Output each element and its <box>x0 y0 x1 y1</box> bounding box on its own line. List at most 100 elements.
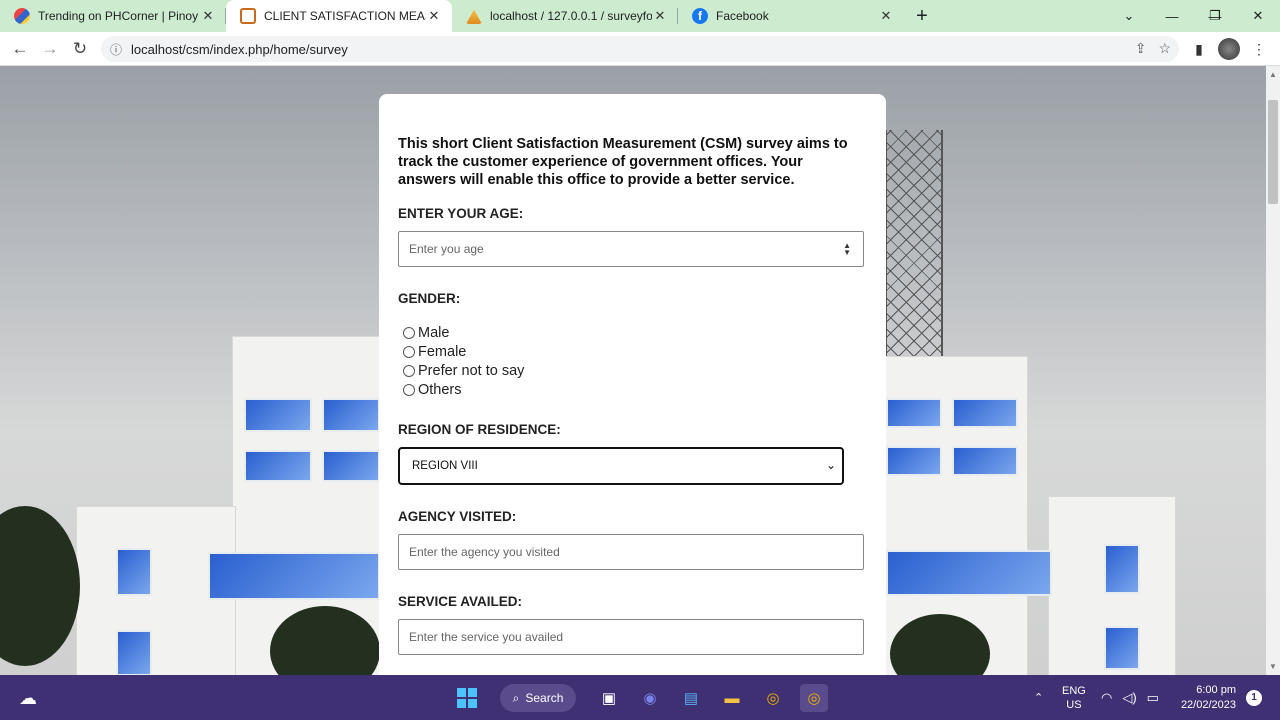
survey-card: This short Client Satisfaction Measureme… <box>379 94 886 675</box>
tab-phcorner[interactable]: Trending on PHCorner | Pinoy Int ✕ <box>0 0 226 32</box>
share-icon[interactable]: ⇪ <box>1135 40 1147 57</box>
taskbar-search[interactable]: ⌕ Search <box>500 684 576 712</box>
tab-title: CLIENT SATISFACTION MEASURE <box>264 9 426 23</box>
side-panel-icon[interactable]: ▮ <box>1188 38 1210 60</box>
radio-button[interactable] <box>403 345 415 358</box>
notification-button[interactable]: 1 <box>1246 675 1262 720</box>
gender-option-prefer-not[interactable]: Prefer not to say <box>403 361 864 380</box>
window <box>244 398 312 432</box>
phcorner-icon <box>14 8 30 24</box>
radio-label: Others <box>418 381 462 398</box>
file-explorer-icon[interactable]: ▬ <box>718 684 746 712</box>
bookmark-star-icon[interactable]: ☆ <box>1158 40 1171 57</box>
chevron-down-icon: ⌄ <box>825 458 836 472</box>
reload-icon[interactable]: ↻ <box>68 37 92 61</box>
search-label: Search <box>525 691 564 705</box>
radio-button[interactable] <box>403 326 415 339</box>
url-text[interactable]: localhost/csm/index.php/home/survey <box>131 42 348 57</box>
close-icon[interactable]: ✕ <box>200 8 216 24</box>
language-code: ENG <box>1062 684 1086 697</box>
page-viewport: This short Client Satisfaction Measureme… <box>0 66 1266 675</box>
close-icon[interactable]: ✕ <box>652 8 668 24</box>
tree <box>0 506 80 666</box>
page-scrollbar[interactable]: ▲ ▼ <box>1266 66 1280 675</box>
survey-intro: This short Client Satisfaction Measureme… <box>398 136 848 188</box>
notification-badge: 1 <box>1246 689 1262 706</box>
taskbar: ☁ ⌕ Search ▣ ◉ ▤ ▬ ◎ ◎ ⌃ ENG US ◠ ◁) ▭ 6… <box>0 675 1280 720</box>
tab-search-icon[interactable]: ⌄ <box>1107 0 1151 32</box>
menu-icon[interactable]: ⋮ <box>1248 38 1270 60</box>
region-select[interactable]: REGION VIII ⌄ <box>398 447 844 485</box>
teams-icon[interactable]: ◉ <box>636 684 664 712</box>
close-icon[interactable]: ✕ <box>426 8 442 24</box>
wifi-icon: ◠ <box>1101 689 1113 705</box>
clock[interactable]: 6:00 pm 22/02/2023 <box>1176 675 1236 720</box>
scroll-down-icon[interactable]: ▼ <box>1269 662 1277 671</box>
close-window-button[interactable]: ✕ <box>1236 0 1280 32</box>
window <box>886 550 1052 596</box>
store-icon[interactable]: ▤ <box>677 684 705 712</box>
window <box>322 450 380 482</box>
gender-option-female[interactable]: Female <box>403 342 864 361</box>
system-tray[interactable]: ◠ ◁) ▭ <box>1101 675 1159 720</box>
minimize-button[interactable]: — <box>1150 0 1194 32</box>
facebook-icon: f <box>692 8 708 24</box>
back-icon[interactable]: ← <box>8 37 32 61</box>
window <box>1104 544 1140 594</box>
chrome-icon[interactable]: ◎ <box>759 684 787 712</box>
clock-date: 22/02/2023 <box>1180 698 1236 711</box>
tray-chevron-icon[interactable]: ⌃ <box>1034 675 1043 720</box>
age-label: ENTER YOUR AGE: <box>398 206 524 221</box>
tab-csm[interactable]: CLIENT SATISFACTION MEASURE ✕ <box>226 0 452 32</box>
keyboard-layout: US <box>1066 698 1082 711</box>
scroll-up-icon[interactable]: ▲ <box>1269 70 1277 79</box>
clock-time: 6:00 pm <box>1196 683 1236 696</box>
service-input[interactable]: Enter the service you availed <box>398 619 864 655</box>
search-icon: ⌕ <box>512 690 520 705</box>
window <box>886 446 942 476</box>
tab-facebook[interactable]: f Facebook ✕ <box>678 0 904 32</box>
new-tab-button[interactable]: + <box>904 0 940 32</box>
window <box>952 446 1018 476</box>
chrome-profile-icon[interactable]: ◎ <box>800 684 828 712</box>
site-info-icon[interactable]: ⓘ <box>101 41 131 58</box>
region-selected-value: REGION VIII <box>412 460 478 472</box>
close-icon[interactable]: ✕ <box>878 8 894 24</box>
window <box>886 398 942 428</box>
tab-phpmyadmin[interactable]: localhost / 127.0.0.1 / surveyform ✕ <box>452 0 678 32</box>
window <box>244 450 312 482</box>
tab-strip: Trending on PHCorner | Pinoy Int ✕ CLIEN… <box>0 0 1280 32</box>
gender-radio-group: Male Female Prefer not to say Others <box>403 323 864 399</box>
radio-button[interactable] <box>403 383 415 396</box>
agency-input[interactable]: Enter the agency you visited <box>398 534 864 570</box>
maximize-button[interactable]: ❐ <box>1193 0 1237 32</box>
gender-option-others[interactable]: Others <box>403 380 864 399</box>
tab-title: localhost / 127.0.0.1 / surveyform <box>490 9 652 23</box>
start-button[interactable] <box>453 684 481 712</box>
window <box>322 398 380 432</box>
radio-label: Female <box>418 343 467 360</box>
weather-icon[interactable]: ☁ <box>14 684 42 712</box>
forward-icon[interactable]: → <box>38 37 62 61</box>
window <box>116 548 152 596</box>
radio-button[interactable] <box>403 364 415 377</box>
age-placeholder: Enter you age <box>409 242 484 256</box>
radio-label: Prefer not to say <box>418 362 525 379</box>
agency-label: AGENCY VISITED: <box>398 509 517 524</box>
gender-label: GENDER: <box>398 291 461 306</box>
antenna-tower <box>885 130 943 360</box>
language-indicator[interactable]: ENG US <box>1062 675 1086 720</box>
number-spinner-icon[interactable]: ▲ ▼ <box>843 242 851 257</box>
task-view-icon[interactable]: ▣ <box>595 684 623 712</box>
gender-option-male[interactable]: Male <box>403 323 864 342</box>
window <box>116 630 152 675</box>
agency-placeholder: Enter the agency you visited <box>409 545 560 559</box>
region-label: REGION OF RESIDENCE: <box>398 422 561 437</box>
battery-icon: ▭ <box>1146 689 1159 705</box>
tab-title: Facebook <box>716 9 769 23</box>
scrollbar-thumb[interactable] <box>1268 100 1278 204</box>
age-input[interactable]: Enter you age ▲ ▼ <box>398 231 864 267</box>
profile-avatar[interactable] <box>1218 38 1240 60</box>
tab-title: Trending on PHCorner | Pinoy Int <box>38 9 200 23</box>
address-bar[interactable]: ⓘ localhost/csm/index.php/home/survey ⇪ … <box>101 36 1179 62</box>
